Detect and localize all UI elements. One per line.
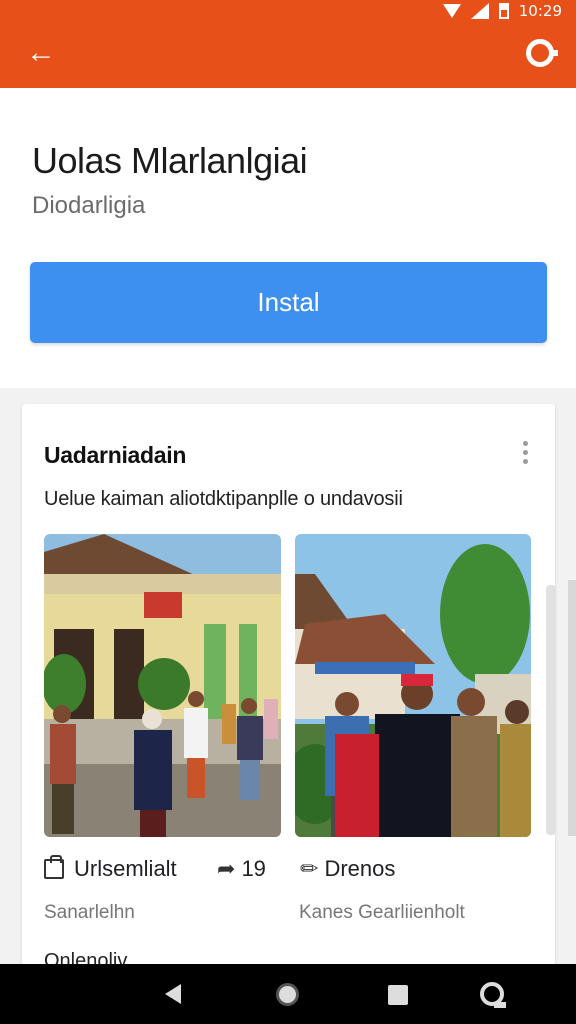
meta-item-2-label: Drenos (324, 856, 396, 881)
meta-item-2[interactable]: ✏ Drenos (300, 856, 395, 882)
battery-icon (498, 3, 509, 19)
signal-icon (470, 3, 489, 19)
nav-assistant-icon[interactable] (480, 982, 506, 1008)
meta-sub-1: Sanarlelhn (44, 902, 135, 923)
share-icon: ➦ (217, 856, 236, 881)
photo-men-talking (295, 534, 531, 837)
status-bar: 10:29 (0, 0, 576, 22)
app-subtitle: Diodarligia (32, 192, 146, 219)
content-card: Uadarniadain Uelue kaiman aliotdktipanpl… (22, 404, 555, 984)
status-icons: 10:29 (442, 2, 562, 20)
more-options-icon[interactable] (515, 438, 535, 468)
nav-back-icon[interactable] (165, 984, 181, 1004)
tag-icon: ✏ (300, 856, 319, 881)
refresh-icon[interactable] (526, 39, 558, 67)
meta-item-1[interactable]: Urlsemlialt (44, 855, 177, 882)
meta-count[interactable]: ➦ 19 (217, 856, 266, 882)
system-nav-bar (0, 964, 576, 1024)
scrollbar[interactable] (546, 585, 556, 835)
nav-recents-icon[interactable] (388, 985, 408, 1005)
install-button[interactable]: Instal (30, 262, 547, 343)
back-arrow-icon[interactable]: ← (24, 36, 58, 70)
photo-thumbnail[interactable] (44, 534, 281, 837)
wifi-icon (442, 4, 461, 18)
clock: 10:29 (518, 2, 562, 20)
bag-icon (44, 855, 64, 879)
app-title: Uolas Mlarlanlgiai (32, 140, 308, 181)
photo-thumbnail[interactable] (295, 534, 531, 837)
meta-item-1-label: Urlsemlialt (74, 856, 177, 881)
scroll-edge (568, 580, 576, 836)
app-header: Uolas Mlarlanlgiai Diodarligia Instal (0, 88, 576, 388)
meta-sub-2: Kanes Gearliienholt (299, 902, 465, 923)
card-description: Uelue kaiman aliotdktipanplle o undavosi… (44, 488, 403, 510)
photo-group-building (44, 534, 281, 837)
app-bar: ← (0, 22, 576, 88)
nav-home-icon[interactable] (276, 983, 299, 1006)
meta-count-value: 19 (241, 856, 266, 881)
card-title: Uadarniadain (44, 442, 187, 468)
